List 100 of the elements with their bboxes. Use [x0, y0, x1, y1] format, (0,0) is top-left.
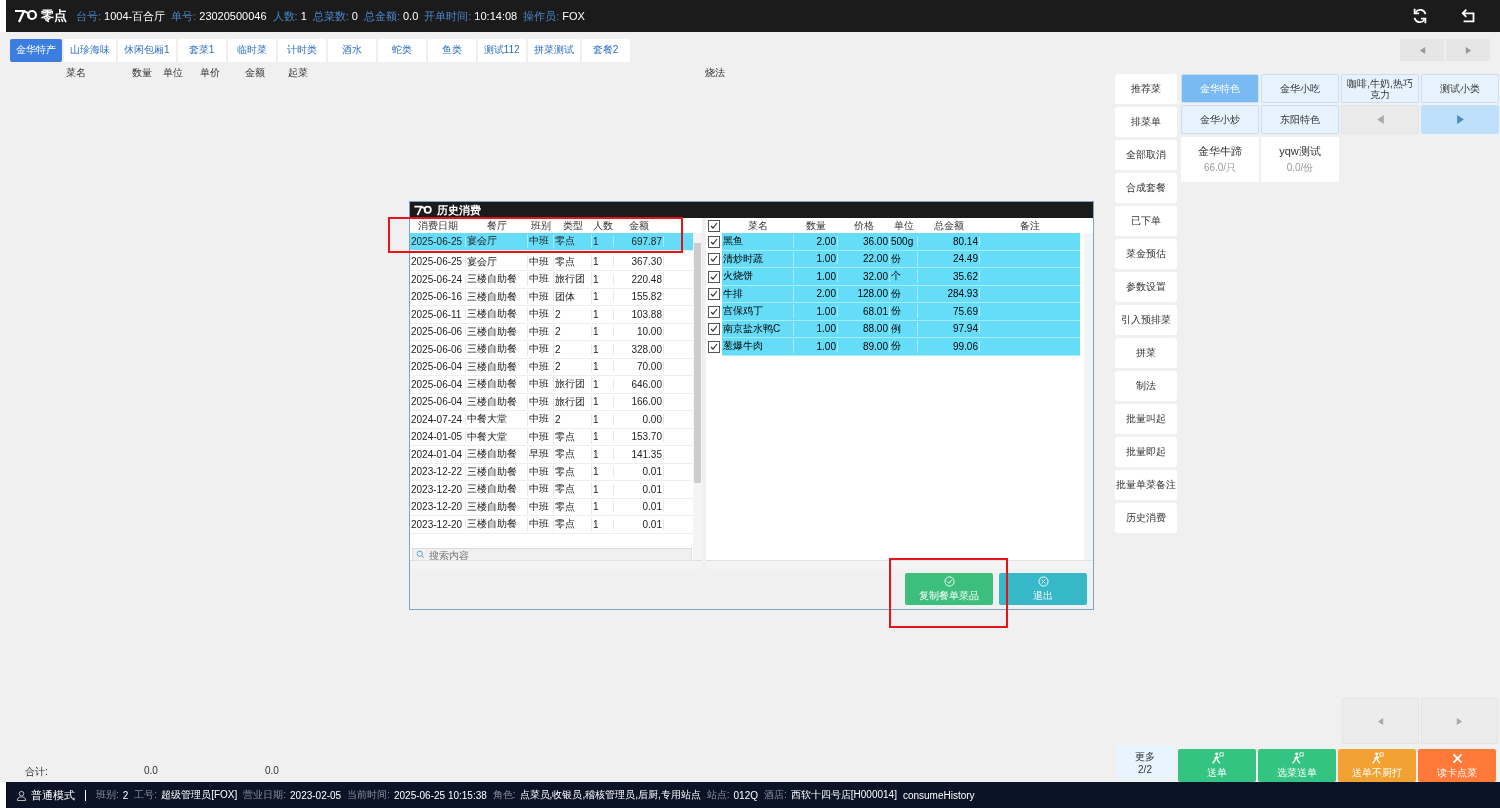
status-label: 酒店: [764, 788, 787, 802]
info-label: 人数: [272, 8, 298, 24]
info-value: 1004-百合厅 [104, 8, 166, 24]
column-header: 菜名 [66, 66, 86, 80]
refresh-icon[interactable] [1411, 7, 1429, 25]
category-tab[interactable]: 鱼类 [427, 38, 476, 62]
category-button[interactable]: 金华小吃 [1261, 74, 1339, 103]
item-row[interactable]: 葱爆牛肉 1.00 89.00 份 99.06 [722, 338, 1080, 356]
category-button[interactable]: 东阳特色 [1261, 105, 1339, 134]
left-arrow-icon [1376, 716, 1385, 726]
column-header: 单价 [200, 66, 220, 80]
cross-icon [1450, 751, 1464, 765]
function-button[interactable]: 参数设置 [1115, 272, 1177, 302]
category-tab[interactable]: 拼菜测试 [527, 38, 580, 62]
dialog-title: 历史消费 [437, 202, 481, 218]
item-checkbox[interactable] [708, 305, 720, 318]
category-tab[interactable]: 蛇类 [377, 38, 426, 62]
function-button[interactable]: 菜金预估 [1115, 239, 1177, 269]
category-button[interactable]: 金华小炒 [1181, 105, 1259, 134]
scrollbar[interactable] [1084, 233, 1093, 560]
runner-icon [1290, 751, 1304, 765]
category-button[interactable]: 咖啡,牛奶,热巧克力 [1341, 74, 1419, 103]
function-button[interactable]: 拼菜 [1115, 338, 1177, 368]
column-header: 单位 [893, 218, 915, 233]
right-arrow-icon [1463, 45, 1473, 55]
item-checkbox[interactable] [708, 288, 720, 301]
category-tab[interactable]: 测试112 [477, 38, 526, 62]
scrollbar[interactable] [693, 233, 702, 560]
column-header: 价格 [853, 218, 875, 233]
status-label: 营业日期: [243, 788, 287, 802]
category-button[interactable]: 测试小类 [1421, 74, 1499, 103]
status-value: 点菜员,收银员,稽核管理员,后厨,专用站点 [519, 788, 701, 802]
status-label: 工号: [134, 788, 158, 802]
check-icon [943, 575, 955, 587]
function-button[interactable]: 批量即起 [1115, 437, 1177, 467]
info-value: 0.0 [403, 10, 419, 22]
right-arrow-icon [1454, 114, 1466, 125]
column-header: 人数 [592, 218, 614, 233]
function-button[interactable]: 批量单菜备注 [1115, 470, 1177, 500]
function-button[interactable]: 历史消费 [1115, 503, 1177, 533]
category-tab[interactable]: 套菜1 [177, 38, 226, 62]
function-button[interactable]: 排菜单 [1115, 107, 1177, 137]
column-header: 备注 [1019, 218, 1041, 233]
function-button[interactable]: 制法 [1115, 371, 1177, 401]
column-header: 单位 [163, 66, 183, 80]
category-tab[interactable]: 套餐2 [581, 38, 630, 62]
info-value: FOX [562, 10, 585, 22]
function-button[interactable]: 批量叫起 [1115, 404, 1177, 434]
user-icon [16, 789, 27, 801]
logo-icon [14, 9, 38, 23]
column-header: 数量 [132, 66, 152, 80]
function-button[interactable]: 全部取消 [1115, 140, 1177, 170]
function-button[interactable]: 已下单 [1115, 206, 1177, 236]
function-button[interactable]: 合成套餐 [1115, 173, 1177, 203]
item-row[interactable]: 火烧饼 1.00 32.00 个 35.62 [722, 268, 1080, 286]
category-tab[interactable]: 休闲包厢1 [118, 38, 176, 62]
item-checkbox[interactable] [708, 323, 720, 336]
item-checkbox[interactable] [708, 340, 720, 353]
function-button[interactable]: 推荐菜 [1115, 74, 1177, 104]
item-checkbox[interactable] [708, 235, 720, 248]
item-checkbox[interactable] [708, 253, 720, 266]
dish-card[interactable]: yqw测试 0.0/份 [1261, 137, 1339, 182]
column-header: 菜名 [747, 218, 769, 233]
item-row[interactable]: 黑鱼 2.00 36.00 500g 80.14 [722, 233, 1080, 251]
item-row[interactable]: 宫保鸡丁 1.00 68.01 份 75.69 [722, 303, 1080, 321]
total-label: 合计: [25, 765, 48, 779]
total-amount: 0.0 [265, 765, 279, 776]
function-button[interactable]: 引入预排菜 [1115, 305, 1177, 335]
scrollbar[interactable] [706, 560, 1093, 569]
status-value: 012Q [733, 789, 758, 801]
mode-label: 普通模式 [31, 787, 75, 803]
logo-icon [413, 204, 433, 216]
category-tab[interactable]: 山珍海味 [64, 38, 116, 62]
app-name: 零点 [41, 7, 67, 25]
select-all-checkbox[interactable] [708, 219, 720, 232]
close-icon [1037, 575, 1049, 587]
category-tab[interactable]: 临时菜 [227, 38, 276, 62]
column-header: 烧法 [705, 66, 725, 80]
status-value: 西软十四号店[H000014] [790, 788, 897, 802]
column-header: 起菜 [288, 66, 308, 80]
category-tab[interactable]: 酒水 [327, 38, 376, 62]
info-value: 0 [351, 10, 358, 22]
status-label: 站点: [706, 788, 730, 802]
info-value: 10:14:08 [474, 10, 518, 22]
page-name: consumeHistory [902, 789, 975, 801]
column-header: 数量 [805, 218, 827, 233]
scrollbar[interactable] [410, 560, 702, 569]
status-label: 当前时间: [347, 788, 390, 802]
category-tab[interactable]: 计时类 [277, 38, 326, 62]
column-header: 班别 [530, 218, 552, 233]
info-label: 开单时间: [424, 8, 472, 24]
item-checkbox[interactable] [708, 270, 720, 283]
info-label: 操作员: [523, 8, 560, 24]
left-arrow-icon [1374, 114, 1386, 125]
right-arrow-icon [1455, 716, 1464, 726]
dish-card[interactable]: 金华牛蹄 66.0/只 [1181, 137, 1259, 182]
category-tab[interactable]: 金华特产 [10, 38, 62, 62]
history-row[interactable]: 2025-06-25 宴会厅 中班 零点 1 697.87 [410, 233, 693, 251]
more-button[interactable]: 更多 2/2 [1115, 745, 1175, 779]
column-header: 类型 [562, 218, 584, 233]
